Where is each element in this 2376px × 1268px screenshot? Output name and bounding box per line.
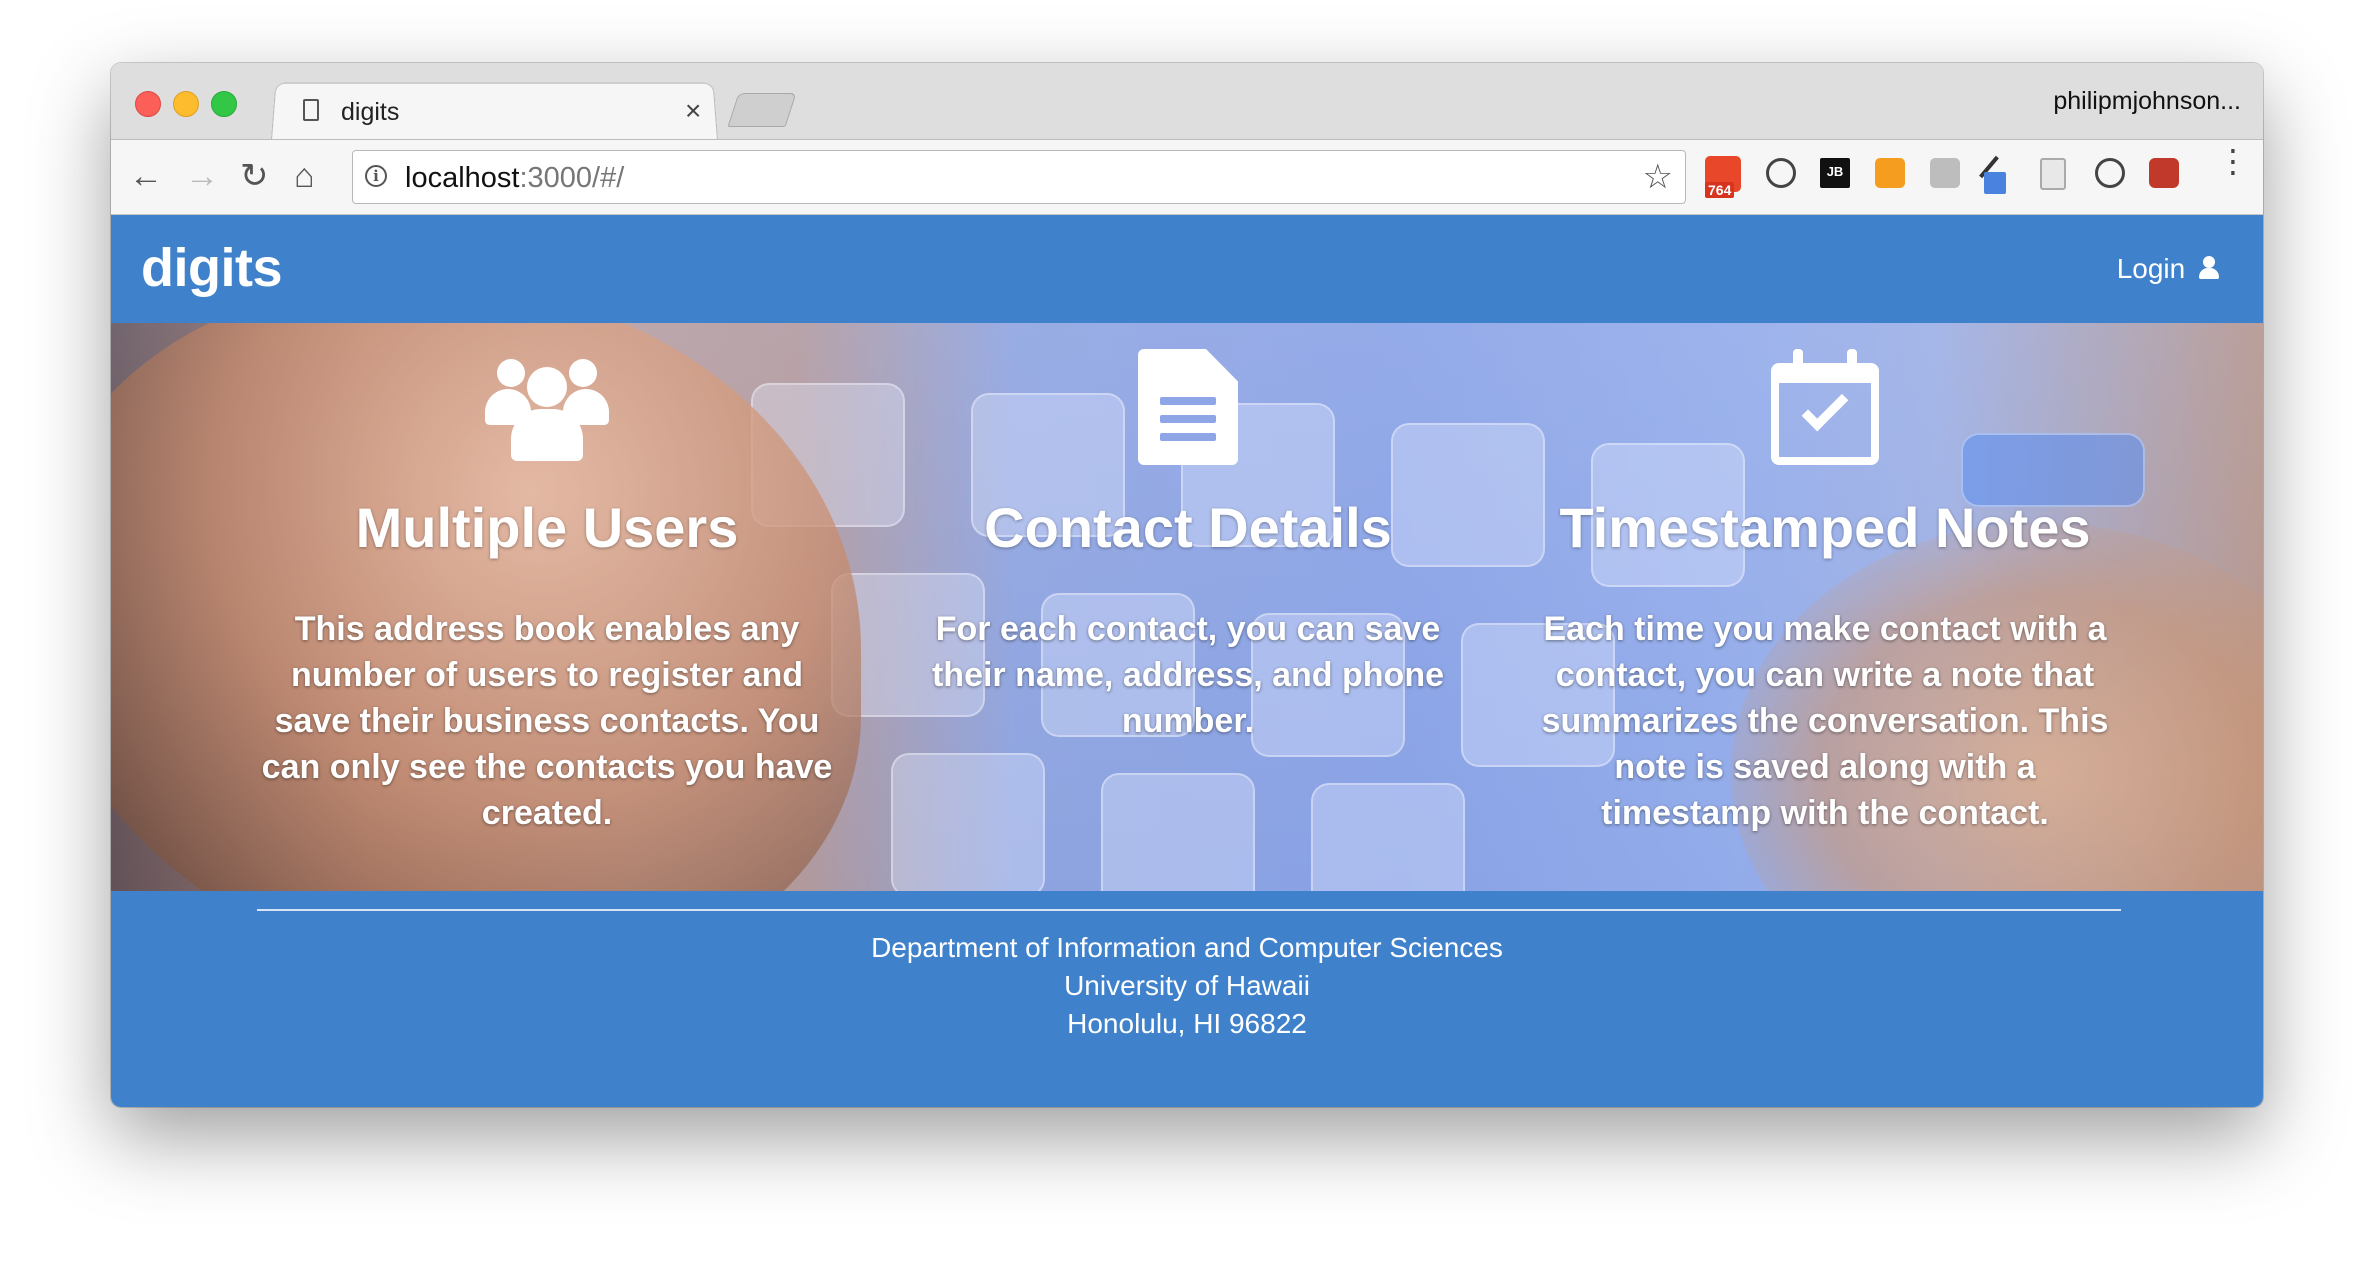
file-text-icon <box>1138 349 1238 465</box>
bookmark-star-icon[interactable]: ☆ <box>1643 157 1673 197</box>
footer-divider <box>257 909 2121 911</box>
login-label: Login <box>2116 253 2186 284</box>
page-icon <box>303 99 319 121</box>
forward-arrow-icon[interactable]: → <box>185 158 219 194</box>
feature-description: This address book enables any number of … <box>261 610 833 832</box>
chart-extension-icon[interactable] <box>1875 158 1905 188</box>
address-bar[interactable]: i localhost:3000/#/ ☆ <box>352 150 1686 204</box>
brand-logo[interactable]: digits <box>141 237 283 299</box>
tab-digits[interactable]: digits × <box>281 85 711 139</box>
footer-city: Honolulu, HI 96822 <box>1067 1008 1307 1039</box>
tab-close-icon[interactable]: × <box>685 95 701 127</box>
background-key <box>1101 773 1255 891</box>
feature-title: Multiple Users <box>355 496 739 559</box>
jetbrains-extension-icon[interactable]: JB <box>1820 158 1850 188</box>
login-button[interactable]: Login <box>2117 253 2219 285</box>
background-key <box>891 753 1045 891</box>
refresh-extension-icon[interactable] <box>2095 158 2125 188</box>
footer-department: Department of Information and Computer S… <box>871 932 1503 963</box>
feature-description: Each time you make contact with a contac… <box>1541 610 2109 832</box>
window-minimize-button[interactable] <box>173 91 199 117</box>
tab-strip: digits × philipmjohnson... <box>111 63 2263 140</box>
users-icon <box>485 349 609 465</box>
browser-toolbar: ← → ↻ ⌂ i localhost:3000/#/ ☆ 764 JB ⋮ <box>111 139 2263 215</box>
feature-title: Timestamped Notes <box>1559 496 2091 559</box>
url-text[interactable]: localhost:3000/#/ <box>405 162 624 195</box>
tab-title: digits <box>341 98 400 126</box>
feature-description: For each contact, you can save their nam… <box>931 610 1444 740</box>
browser-window: digits × philipmjohnson... ← → ↻ ⌂ i loc… <box>111 63 2263 1107</box>
feature-timestamped-notes: Timestamped Notes Each time you make con… <box>1525 323 2125 836</box>
document-extension-icon[interactable] <box>2040 158 2066 190</box>
footer-address: Department of Information and Computer S… <box>111 929 2263 1043</box>
footer: Department of Information and Computer S… <box>111 891 2263 1107</box>
user-icon <box>2199 256 2219 280</box>
new-tab-button[interactable] <box>727 93 797 127</box>
footer-university: University of Hawaii <box>1064 970 1310 1001</box>
react-devtools-extension-icon[interactable] <box>2149 158 2179 188</box>
password-extension-icon[interactable] <box>1766 158 1796 188</box>
window-close-button[interactable] <box>135 91 161 117</box>
profile-name[interactable]: philipmjohnson... <box>2053 87 2241 116</box>
extension-badge: 764 <box>1705 182 1735 198</box>
feature-title: Contact Details <box>984 496 1392 559</box>
more-menu-icon[interactable]: ⋮ <box>2217 145 2249 177</box>
page-content: digits Login Multiple Users This address… <box>111 215 2263 1107</box>
reload-icon[interactable]: ↻ <box>240 158 269 194</box>
calendar-check-icon <box>1771 349 1879 465</box>
window-maximize-button[interactable] <box>211 91 237 117</box>
eyedropper-extension-icon[interactable] <box>1984 172 2006 194</box>
background-key <box>1311 783 1465 891</box>
feature-multiple-users: Multiple Users This address book enables… <box>247 323 847 836</box>
feature-contact-details: Contact Details For each contact, you ca… <box>888 323 1488 744</box>
top-navbar: digits Login <box>111 215 2263 323</box>
link-extension-icon[interactable] <box>1930 158 1960 188</box>
back-arrow-icon[interactable]: ← <box>129 158 163 194</box>
home-icon[interactable]: ⌂ <box>294 158 315 194</box>
hero-section: Multiple Users This address book enables… <box>111 323 2263 891</box>
info-icon[interactable]: i <box>365 165 387 187</box>
